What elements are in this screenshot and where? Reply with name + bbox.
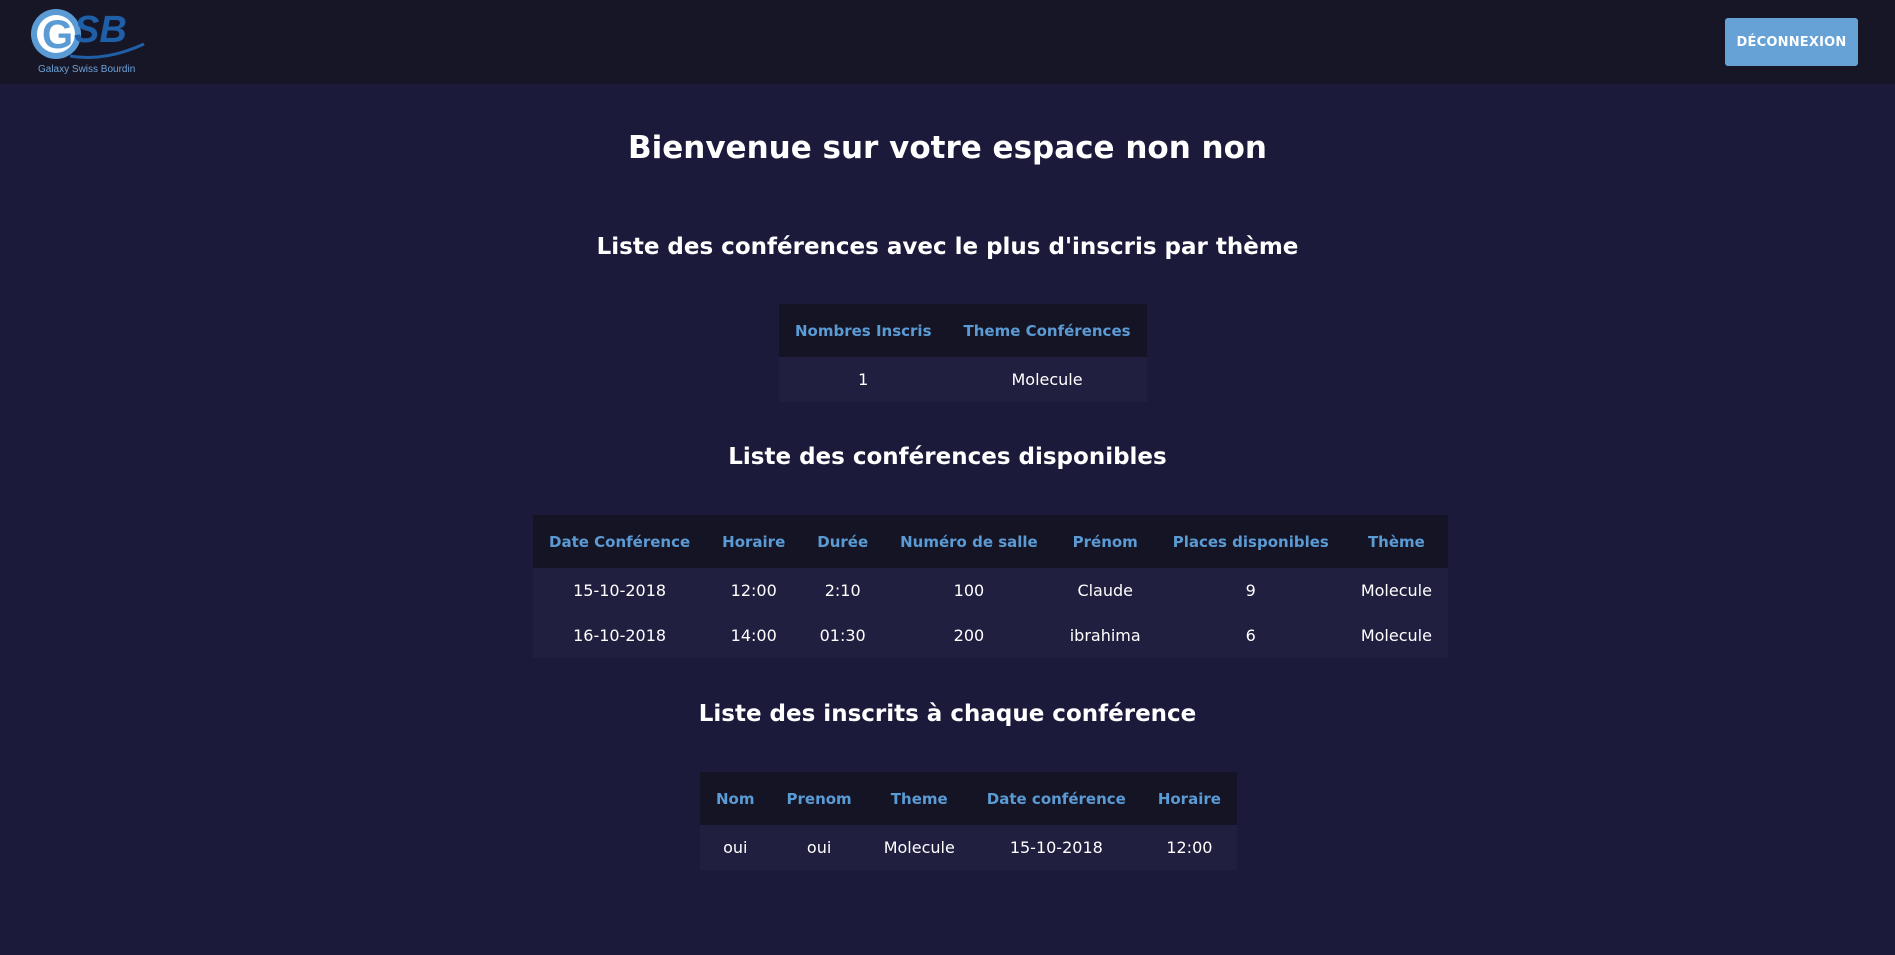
table-cell: Molecule xyxy=(1360,581,1432,600)
section-title-top-conferences: Liste des conférences avec le plus d'ins… xyxy=(596,234,1299,260)
svg-text:SB: SB xyxy=(74,9,127,51)
top-conferences-table: Nombres Inscris Theme Conférences 1 Mole… xyxy=(779,304,1147,402)
column-header: Nombres Inscris xyxy=(795,321,932,340)
column-header: Durée xyxy=(817,532,869,551)
column-header: Date Conférence xyxy=(549,532,691,551)
available-conferences-table: Date Conférence Horaire Durée Numéro de … xyxy=(533,515,1448,658)
table-cell: 16-10-2018 xyxy=(573,626,667,645)
table-cell: 12:00 xyxy=(730,581,777,600)
table-cell: 2:10 xyxy=(824,581,861,600)
table-cell: 9 xyxy=(1245,581,1256,600)
table-row: 15-10-2018 12:00 2:10 100 Claude 9 Molec… xyxy=(533,568,1448,613)
table-cell: 12:00 xyxy=(1166,838,1213,857)
registrants-table: Nom Prenom Theme Date conférence Horaire… xyxy=(700,772,1237,870)
table-row: oui oui Molecule 15-10-2018 12:00 xyxy=(700,825,1237,870)
table-cell: Molecule xyxy=(1011,370,1083,389)
table-cell: 200 xyxy=(953,626,985,645)
table-cell: 6 xyxy=(1245,626,1256,645)
column-header: Horaire xyxy=(1157,789,1221,808)
column-header: Theme xyxy=(890,789,948,808)
column-header: Nom xyxy=(716,789,755,808)
column-header: Places disponibles xyxy=(1172,532,1329,551)
gsb-logo[interactable]: G SB Galaxy Swiss Bourdin xyxy=(30,6,148,78)
column-header: Thème xyxy=(1367,532,1425,551)
table-cell: 1 xyxy=(858,370,869,389)
logo-icon: G SB xyxy=(31,9,145,59)
table-cell: 15-10-2018 xyxy=(1009,838,1103,857)
logout-button[interactable]: DÉCONNEXION xyxy=(1725,18,1858,66)
table-cell: Claude xyxy=(1077,581,1133,600)
section-title-available-conferences: Liste des conférences disponibles xyxy=(728,444,1167,470)
table-cell: 15-10-2018 xyxy=(573,581,667,600)
table-cell: oui xyxy=(723,838,748,857)
column-header: Horaire xyxy=(722,532,786,551)
column-header: Numéro de salle xyxy=(900,532,1038,551)
table-header-row: Date Conférence Horaire Durée Numéro de … xyxy=(533,515,1448,568)
page-title: Bienvenue sur votre espace non non xyxy=(627,130,1267,166)
top-navbar: G SB Galaxy Swiss Bourdin DÉCONNEXION xyxy=(0,0,1895,84)
section-title-registrants: Liste des inscrits à chaque conférence xyxy=(698,701,1197,727)
table-cell: 100 xyxy=(953,581,985,600)
table-cell: Molecule xyxy=(883,838,955,857)
table-cell: 01:30 xyxy=(819,626,866,645)
table-row: 1 Molecule xyxy=(779,357,1147,402)
table-header-row: Nom Prenom Theme Date conférence Horaire xyxy=(700,772,1237,825)
table-cell: Molecule xyxy=(1360,626,1432,645)
table-header-row: Nombres Inscris Theme Conférences xyxy=(779,304,1147,357)
svg-text:G: G xyxy=(42,13,73,57)
table-cell: oui xyxy=(806,838,832,857)
table-row: 16-10-2018 14:00 01:30 200 ibrahima 6 Mo… xyxy=(533,613,1448,658)
column-header: Prenom xyxy=(786,789,852,808)
column-header: Theme Conférences xyxy=(963,321,1131,340)
table-cell: 14:00 xyxy=(730,626,777,645)
table-cell: ibrahima xyxy=(1069,626,1141,645)
column-header: Date conférence xyxy=(986,789,1126,808)
column-header: Prénom xyxy=(1072,532,1138,551)
logo-caption: Galaxy Swiss Bourdin xyxy=(38,64,136,75)
